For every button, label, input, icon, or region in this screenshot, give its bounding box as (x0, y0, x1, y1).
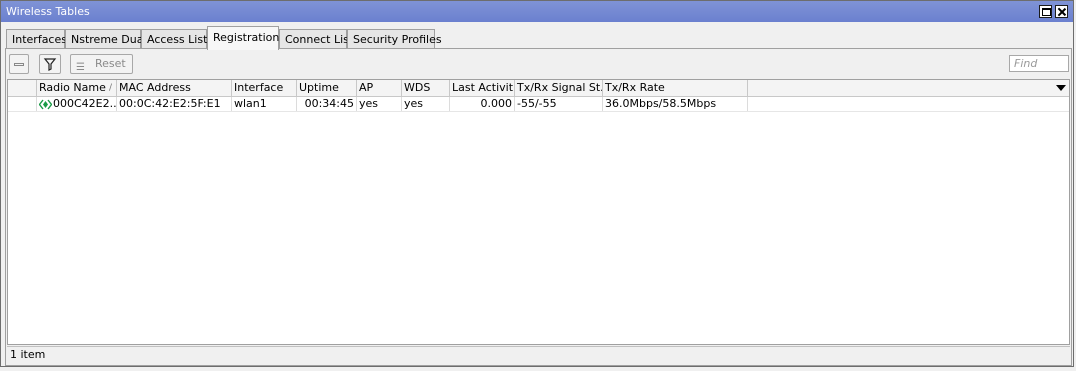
bottom-strip (0, 367, 1076, 371)
header-rate[interactable]: Tx/Rx Rate (603, 80, 748, 96)
tab-nstreme-dual[interactable]: Nstreme Dual (65, 29, 147, 49)
header-ap[interactable]: AP (357, 80, 402, 96)
header-wds[interactable]: WDS (402, 80, 450, 96)
find-input[interactable]: Find (1009, 55, 1069, 72)
sort-indicator: / (108, 83, 112, 93)
header-radio-name[interactable]: Radio Name / (37, 80, 117, 96)
column-menu-dropdown-icon[interactable] (1056, 85, 1066, 91)
cell-ap: yes (357, 97, 402, 111)
title-bar[interactable]: Wireless Tables (1, 1, 1073, 22)
tab-access-list[interactable]: Access List (141, 29, 207, 49)
window-title: Wireless Tables (6, 5, 90, 18)
cell-interface: wlan1 (232, 97, 297, 111)
registration-table: Radio Name / MAC Address Interface Uptim… (7, 79, 1070, 345)
filter-icon (43, 58, 57, 71)
tab-registration[interactable]: Registration (207, 26, 279, 50)
tab-connect-list[interactable]: Connect List (279, 29, 353, 49)
cell-wds: yes (402, 97, 450, 111)
cell-last-activity: 0.000 (450, 97, 515, 111)
header-signal-strength[interactable]: Tx/Rx Signal St... (515, 80, 603, 96)
cell-mac-address: 00:0C:42:E2:5F:E1 (117, 97, 232, 111)
header-spacer (8, 80, 37, 96)
header-interface[interactable]: Interface (232, 80, 297, 96)
cell-radio-name: 000C42E2... (37, 97, 117, 111)
maximize-button[interactable] (1039, 5, 1052, 18)
table-row[interactable]: 000C42E2... 00:0C:42:E2:5F:E1 wlan1 00:3… (8, 97, 1069, 112)
header-mac-address[interactable]: MAC Address (117, 80, 232, 96)
reset-button[interactable]: ☰ Reset (70, 54, 133, 74)
tab-security-profiles[interactable]: Security Profiles (347, 29, 442, 49)
status-bar: 1 item (7, 346, 1070, 364)
cell-uptime: 00:34:45 (297, 97, 357, 111)
table-header: Radio Name / MAC Address Interface Uptim… (8, 80, 1069, 97)
row-spacer (8, 97, 37, 111)
toolbar: ☰ Reset Find (6, 49, 1071, 79)
cell-rate: 36.0Mbps/58.5Mbps (603, 97, 748, 111)
remove-button[interactable] (9, 54, 29, 74)
header-uptime[interactable]: Uptime (297, 80, 357, 96)
radio-name-value: 000C42E2... (53, 97, 117, 110)
header-last-activity[interactable]: Last Activit... (450, 80, 515, 96)
reset-label: Reset (95, 57, 126, 70)
close-button[interactable] (1055, 5, 1068, 18)
registration-panel: ☰ Reset Find Radio Name / MAC Address In… (5, 48, 1072, 366)
cell-signal-strength: -55/-55 (515, 97, 603, 111)
radio-icon (39, 99, 52, 109)
wireless-tables-window: Wireless Tables Interfaces Nstreme Dual … (0, 0, 1074, 367)
filter-button[interactable] (39, 54, 61, 74)
reset-icon: ☰ (76, 62, 85, 73)
tab-interfaces[interactable]: Interfaces (6, 29, 67, 49)
header-radio-name-label: Radio Name (39, 81, 106, 94)
item-count: 1 item (10, 348, 46, 361)
